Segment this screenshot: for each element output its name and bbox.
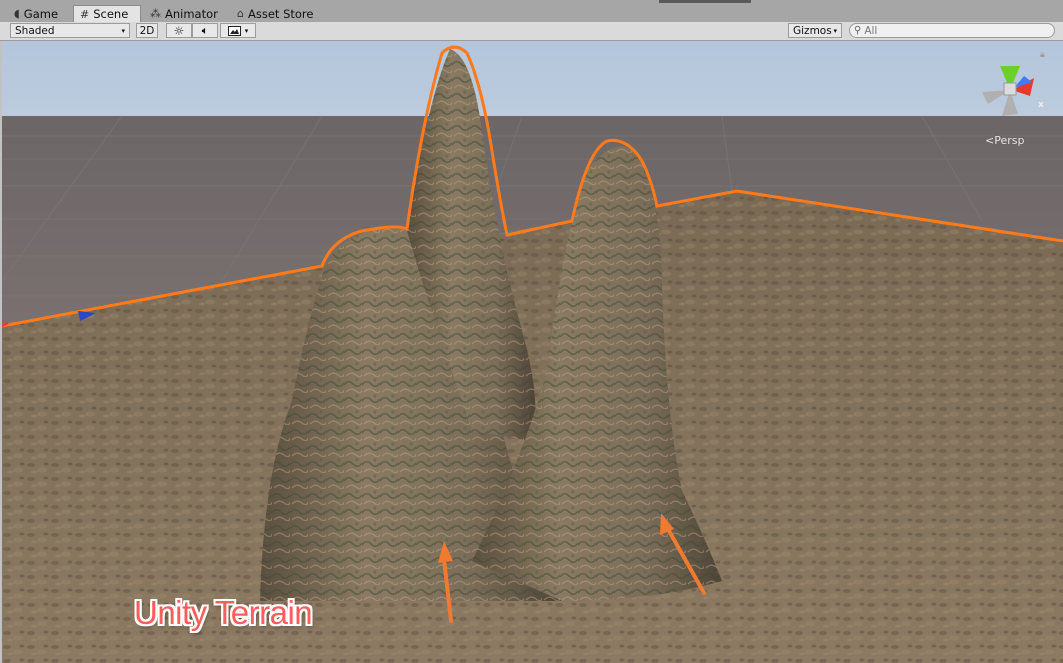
search-icon: ⚲ <box>854 25 862 36</box>
tab-asset-store[interactable]: ⌂ Asset Store <box>231 5 323 22</box>
scene-audio-button[interactable]: 🔈︎ <box>192 23 218 38</box>
tab-scene-label: Scene <box>93 7 129 21</box>
image-icon <box>227 25 241 36</box>
center-cube-icon[interactable] <box>1003 82 1017 96</box>
x-axis-label: x <box>1038 100 1044 110</box>
dropdown-arrow-icon: ▾ <box>121 26 125 35</box>
grid-icon: # <box>80 7 90 21</box>
gizmos-label: Gizmos <box>793 24 832 37</box>
window-drag-handle[interactable] <box>659 0 751 3</box>
scene-toolbar: Shaded ▾ 2D ☼ 🔈︎ ▾ Gizmos ▾ ⚲ All <box>0 22 1063 41</box>
2d-mode-label: 2D <box>139 24 155 37</box>
scene-effects-dropdown[interactable]: ▾ <box>220 23 256 38</box>
animator-icon: ⁂ <box>150 7 161 20</box>
projection-toggle[interactable]: <Persp <box>985 134 1024 147</box>
sun-icon: ☼ <box>173 23 185 38</box>
dropdown-arrow-icon: ▾ <box>244 26 249 35</box>
gizmos-dropdown[interactable]: Gizmos ▾ <box>788 23 842 38</box>
scene-viewport[interactable] <box>2 41 1063 663</box>
speaker-icon: 🔈︎ <box>201 23 209 37</box>
terrain-caption: Unity Terrain <box>134 594 313 631</box>
tab-game-label: Game <box>23 6 59 21</box>
hierarchy-search-input[interactable]: ⚲ All <box>849 23 1055 38</box>
scene-lighting-button[interactable]: ☼ <box>166 23 192 38</box>
projection-label: Persp <box>994 134 1025 147</box>
tab-scene[interactable]: # Scene <box>73 5 141 22</box>
tab-game[interactable]: ◖ Game <box>8 5 72 22</box>
draw-mode-label: Shaded <box>15 24 55 37</box>
lock-icon[interactable]: 🔒︎ <box>1040 50 1045 60</box>
pacman-icon: ◖ <box>14 7 20 20</box>
chevron-left-icon: < <box>985 134 995 147</box>
dropdown-arrow-icon: ▾ <box>833 26 837 35</box>
2d-mode-button[interactable]: 2D <box>136 23 158 38</box>
terrain-render <box>2 41 1063 663</box>
tab-animator-label: Animator <box>165 6 218 21</box>
tab-animator[interactable]: ⁂ Animator <box>144 5 226 22</box>
search-placeholder: All <box>864 24 878 37</box>
draw-mode-dropdown[interactable]: Shaded ▾ <box>10 23 130 38</box>
tab-asset-store-label: Asset Store <box>247 6 314 21</box>
editor-tab-bar: ◖ Game # Scene ⁂ Animator ⌂ Asset Store <box>0 0 1063 23</box>
shopping-bag-icon: ⌂ <box>237 7 244 20</box>
